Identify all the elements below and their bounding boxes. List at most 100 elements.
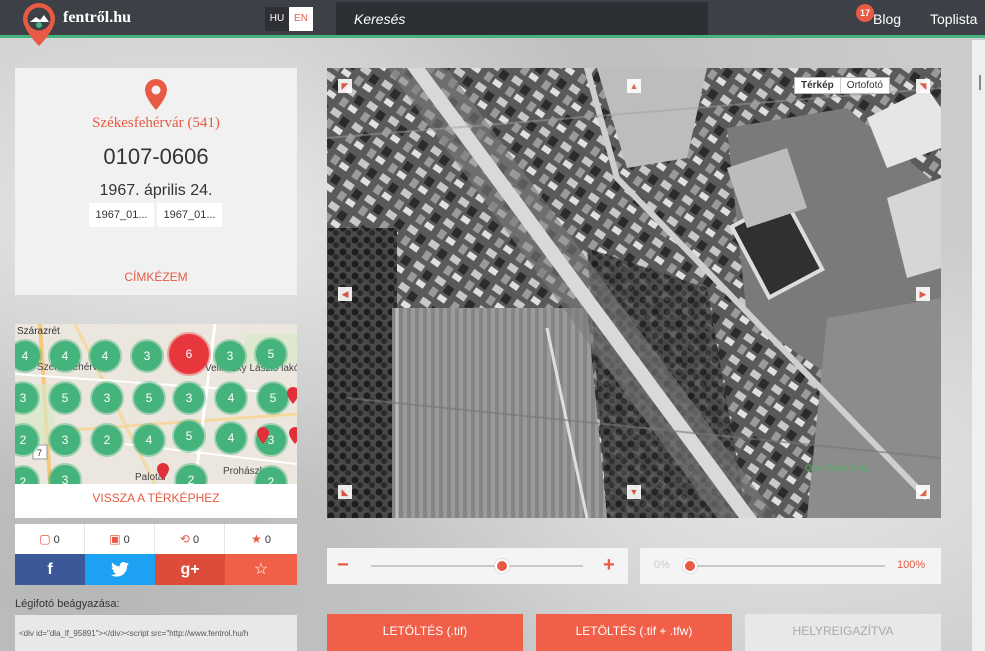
star-icon: ★ [251, 532, 262, 546]
map-attribution: OpenStreetMap [805, 463, 869, 473]
cluster-count: 3 [144, 349, 151, 363]
map-label: Szárazrét [17, 326, 60, 337]
opacity-max-label: 100% [897, 559, 926, 571]
twitter-icon [111, 562, 129, 577]
reshares-count[interactable]: ⟲ 0 [155, 524, 225, 554]
embed-label: Légifotó beágyazása: [15, 598, 120, 610]
pan-west-icon[interactable]: ◀ [338, 287, 352, 301]
opacity-min-label: 0% [654, 559, 670, 571]
nav-blog-link[interactable]: Blog [873, 11, 901, 27]
comment-icon: ▢ [39, 532, 51, 546]
cluster-count: 3 [268, 433, 275, 447]
comments-value: 0 [53, 534, 60, 546]
cluster-count: 3 [62, 433, 69, 447]
embed-code-field[interactable]: <div id="dla_lf_95891"></div><script src… [15, 615, 297, 651]
map-type-toggle[interactable]: Térkép Ortofotó [794, 77, 890, 94]
opacity-slider-panel: 0% 100% [640, 548, 941, 584]
lang-hu-button[interactable]: HU [265, 7, 289, 31]
pan-southwest-icon[interactable]: ◣ [338, 485, 352, 499]
bookmark-icon: ▣ [109, 532, 121, 546]
photo-code: 0107-0606 [103, 144, 209, 169]
blog-notification-badge: 17 [856, 4, 874, 22]
stars-count[interactable]: ★ 0 [225, 524, 297, 554]
google-plus-share-button[interactable]: g+ [155, 554, 225, 585]
road-number: 7 [37, 448, 42, 458]
cluster-count: 5 [146, 391, 153, 405]
cluster-count: 5 [270, 391, 277, 405]
zoom-track[interactable] [371, 565, 583, 567]
cluster-count: 5 [186, 429, 193, 443]
pan-northwest-icon[interactable]: ◤ [338, 79, 352, 93]
zoom-slider-panel: − + [327, 548, 628, 584]
reshare-icon: ⟲ [179, 532, 190, 546]
cluster-count: 4 [102, 349, 109, 363]
back-to-map-button[interactable]: VISSZA A TÉRKÉPHEZ [15, 484, 297, 518]
cluster-marker[interactable] [15, 423, 40, 457]
pan-south-icon[interactable]: ▼ [627, 485, 641, 499]
photo-date: 1967. április 24. [99, 182, 213, 199]
lang-en-button[interactable]: EN [289, 7, 313, 31]
facebook-icon: f [47, 561, 53, 578]
pan-east-icon[interactable]: ▶ [916, 287, 930, 301]
cluster-count: 2 [188, 473, 195, 484]
right-sidebar-edge [972, 40, 985, 651]
zoom-in-button[interactable]: + [603, 555, 615, 575]
photo-series-chip[interactable]: 1967_01... [89, 203, 154, 227]
facebook-share-button[interactable]: f [15, 554, 85, 585]
cluster-count: 5 [268, 347, 275, 361]
photo-info-card: Székesfehérvár (541) 0107-0606 1967. ápr… [15, 68, 297, 295]
aerial-photo-viewer[interactable] [327, 68, 941, 518]
pan-north-icon[interactable]: ▲ [627, 79, 641, 93]
cluster-count: 3 [104, 391, 111, 405]
cluster-count: 3 [20, 391, 27, 405]
cluster-count: 4 [228, 431, 235, 445]
sidebar-handle-icon[interactable] [979, 75, 984, 90]
map-toggle-option[interactable]: Térkép [795, 78, 840, 93]
cluster-count: 3 [227, 349, 234, 363]
opacity-track[interactable] [690, 565, 885, 567]
ortho-toggle-option[interactable]: Ortofotó [839, 78, 889, 93]
saves-count[interactable]: ▣ 0 [85, 524, 155, 554]
cluster-count: 2 [20, 433, 27, 447]
download-tif-tfw-button[interactable]: LETÖLTÉS (.tif + .tfw) [536, 614, 732, 651]
cluster-count: 2 [268, 475, 275, 484]
pan-northeast-icon[interactable]: ◥ [916, 79, 930, 93]
top-navigation-bar: fentről.hu HU EN Keresés 17 Blog Toplist… [0, 0, 985, 38]
cluster-count: 5 [62, 391, 69, 405]
stars-value: 0 [264, 534, 271, 546]
cluster-count: 2 [20, 475, 27, 484]
photo-series-chip[interactable]: 1967_01... [157, 203, 222, 227]
cluster-count: 3 [186, 391, 193, 405]
georeferenced-button[interactable]: HELYREIGAZÍTVA [745, 614, 941, 651]
zoom-slider-handle[interactable] [495, 559, 510, 573]
cluster-count: 4 [22, 349, 29, 363]
photo-city-link[interactable]: Székesfehérvár (541) [15, 115, 297, 132]
zoom-out-button[interactable]: − [337, 555, 349, 575]
cluster-count: 6 [186, 347, 193, 361]
download-tif-button[interactable]: LETÖLTÉS (.tif) [327, 614, 523, 651]
site-logo-text[interactable]: fentről.hu [63, 9, 131, 27]
location-pin-icon [145, 79, 167, 110]
google-plus-icon: g+ [180, 561, 200, 578]
mini-map-canvas: Szárazrét Székesfehérvár Velinszky Lászl… [15, 324, 297, 484]
cluster-count: 4 [146, 433, 153, 447]
shares-value: 0 [192, 534, 200, 546]
comments-count[interactable]: ▢ 0 [15, 524, 85, 554]
favorite-button[interactable]: ☆ [225, 554, 297, 585]
logo-pin-icon[interactable] [20, 2, 58, 48]
cluster-marker[interactable] [15, 465, 40, 484]
tag-button[interactable]: CÍMKÉZEM [15, 270, 297, 284]
pan-southeast-icon[interactable]: ◢ [916, 485, 930, 499]
cluster-count: 3 [62, 473, 69, 484]
cluster-count: 2 [104, 433, 111, 447]
nav-toplista-link[interactable]: Toplista [930, 11, 977, 27]
search-input[interactable]: Keresés [336, 2, 708, 35]
cluster-count: 4 [62, 349, 69, 363]
twitter-share-button[interactable] [85, 554, 155, 585]
star-outline-icon: ☆ [253, 561, 269, 578]
cluster-marker[interactable] [15, 381, 40, 415]
cluster-count: 4 [228, 391, 235, 405]
mini-map[interactable]: Szárazrét Székesfehérvár Velinszky Lászl… [15, 324, 297, 484]
saves-value: 0 [123, 534, 130, 546]
opacity-slider-handle[interactable] [683, 559, 697, 573]
